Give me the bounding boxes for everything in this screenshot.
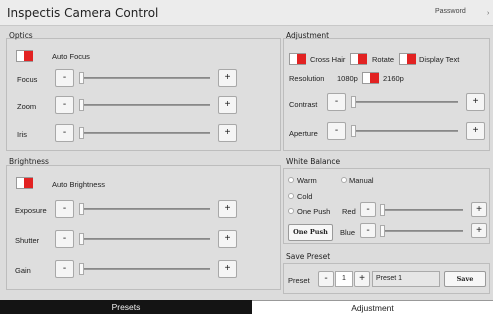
aperture-label: Aperture bbox=[289, 129, 318, 138]
focus-label: Focus bbox=[17, 75, 38, 84]
red-label: Red bbox=[342, 207, 356, 216]
shutter-slider-track[interactable] bbox=[80, 238, 210, 240]
zoom-slider-track[interactable] bbox=[80, 104, 210, 106]
autofocus-label: Auto Focus bbox=[52, 52, 90, 61]
autofocus-toggle[interactable] bbox=[16, 50, 33, 62]
contrast-plus-button[interactable]: + bbox=[466, 93, 485, 111]
gain-slider-track[interactable] bbox=[80, 268, 210, 270]
gain-plus-button[interactable]: + bbox=[218, 260, 237, 278]
contrast-slider-thumb[interactable] bbox=[351, 96, 356, 108]
preset-plus-button[interactable]: + bbox=[354, 271, 370, 287]
aperture-slider-track[interactable] bbox=[352, 130, 458, 132]
warm-radio[interactable] bbox=[288, 177, 294, 183]
red-minus-button[interactable]: - bbox=[360, 202, 376, 217]
manual-radio[interactable] bbox=[341, 177, 347, 183]
crosshair-toggle[interactable] bbox=[289, 53, 306, 65]
display-text-label: Display Text bbox=[419, 55, 460, 64]
rotate-label: Rotate bbox=[372, 55, 395, 64]
resolution-toggle[interactable] bbox=[362, 72, 379, 84]
optics-panel bbox=[6, 38, 281, 151]
blue-label: Blue bbox=[340, 228, 356, 237]
cold-label: Cold bbox=[297, 192, 313, 201]
title-bar: Inspectis Camera Control Password › bbox=[0, 0, 493, 26]
preset-minus-button[interactable]: - bbox=[318, 271, 334, 287]
gain-label: Gain bbox=[15, 266, 31, 275]
auto-brightness-label: Auto Brightness bbox=[52, 180, 105, 189]
optics-title: Optics bbox=[9, 31, 33, 40]
blue-slider-track[interactable] bbox=[381, 230, 463, 232]
gain-minus-button[interactable]: - bbox=[55, 260, 74, 278]
app-title: Inspectis Camera Control bbox=[7, 6, 159, 20]
chevron-right-icon[interactable]: › bbox=[487, 10, 489, 17]
brightness-panel bbox=[6, 165, 281, 290]
password-button[interactable]: Password bbox=[435, 8, 479, 20]
shutter-minus-button[interactable]: - bbox=[55, 230, 74, 248]
tab-adjustment[interactable]: Adjustment bbox=[252, 300, 493, 314]
toggle-indicator bbox=[370, 73, 379, 83]
exposure-minus-button[interactable]: - bbox=[55, 200, 74, 218]
contrast-minus-button[interactable]: - bbox=[327, 93, 346, 111]
save-preset-title: Save Preset bbox=[286, 252, 331, 261]
one-push-radio[interactable] bbox=[288, 208, 294, 214]
red-plus-button[interactable]: + bbox=[471, 202, 487, 217]
zoom-minus-button[interactable]: - bbox=[55, 96, 74, 114]
save-preset-button[interactable]: Save bbox=[444, 271, 486, 287]
toggle-indicator bbox=[358, 54, 367, 64]
focus-slider-track[interactable] bbox=[80, 77, 210, 79]
aperture-minus-button[interactable]: - bbox=[327, 122, 346, 140]
iris-slider-track[interactable] bbox=[80, 132, 210, 134]
resolution-2160p-label: 2160p bbox=[383, 74, 404, 83]
blue-minus-button[interactable]: - bbox=[360, 223, 376, 238]
contrast-label: Contrast bbox=[289, 100, 318, 109]
iris-minus-button[interactable]: - bbox=[55, 124, 74, 142]
focus-minus-button[interactable]: - bbox=[55, 69, 74, 87]
resolution-1080p-label: 1080p bbox=[337, 74, 358, 83]
shutter-plus-button[interactable]: + bbox=[218, 230, 237, 248]
white-balance-title: White Balance bbox=[286, 157, 341, 166]
aperture-slider-thumb[interactable] bbox=[351, 125, 356, 137]
zoom-plus-button[interactable]: + bbox=[218, 96, 237, 114]
exposure-slider-thumb[interactable] bbox=[79, 203, 84, 215]
manual-label: Manual bbox=[349, 176, 374, 185]
gain-slider-thumb[interactable] bbox=[79, 263, 84, 275]
exposure-slider-track[interactable] bbox=[80, 208, 210, 210]
blue-plus-button[interactable]: + bbox=[471, 223, 487, 238]
focus-slider-thumb[interactable] bbox=[79, 72, 84, 84]
tab-bar: Presets Adjustment bbox=[0, 300, 493, 314]
red-slider-track[interactable] bbox=[381, 209, 463, 211]
exposure-plus-button[interactable]: + bbox=[218, 200, 237, 218]
preset-number-field[interactable]: 1 bbox=[335, 271, 353, 287]
resolution-label: Resolution bbox=[289, 74, 325, 83]
red-slider-thumb[interactable] bbox=[380, 204, 385, 216]
toggle-indicator bbox=[24, 51, 33, 61]
iris-plus-button[interactable]: + bbox=[218, 124, 237, 142]
iris-slider-thumb[interactable] bbox=[79, 127, 84, 139]
adjustment-title: Adjustment bbox=[286, 31, 330, 40]
shutter-label: Shutter bbox=[15, 236, 40, 245]
preset-name-field[interactable]: Preset 1 bbox=[372, 271, 440, 287]
auto-brightness-toggle[interactable] bbox=[16, 177, 33, 189]
blue-slider-thumb[interactable] bbox=[380, 225, 385, 237]
aperture-plus-button[interactable]: + bbox=[466, 122, 485, 140]
toggle-indicator bbox=[24, 178, 33, 188]
shutter-slider-thumb[interactable] bbox=[79, 233, 84, 245]
zoom-slider-thumb[interactable] bbox=[79, 99, 84, 111]
crosshair-label: Cross Hair bbox=[310, 55, 346, 64]
zoom-label: Zoom bbox=[17, 102, 37, 111]
brightness-title: Brightness bbox=[9, 157, 49, 166]
one-push-button[interactable]: One Push bbox=[288, 224, 333, 241]
preset-label: Preset bbox=[288, 276, 310, 285]
warm-label: Warm bbox=[297, 176, 317, 185]
contrast-slider-track[interactable] bbox=[352, 101, 458, 103]
cold-radio[interactable] bbox=[288, 193, 294, 199]
toggle-indicator bbox=[297, 54, 306, 64]
display-text-toggle[interactable] bbox=[399, 53, 416, 65]
tab-presets[interactable]: Presets bbox=[0, 300, 252, 314]
rotate-toggle[interactable] bbox=[350, 53, 367, 65]
toggle-indicator bbox=[407, 54, 416, 64]
focus-plus-button[interactable]: + bbox=[218, 69, 237, 87]
iris-label: Iris bbox=[17, 130, 27, 139]
one-push-label: One Push bbox=[297, 207, 331, 216]
exposure-label: Exposure bbox=[15, 206, 47, 215]
